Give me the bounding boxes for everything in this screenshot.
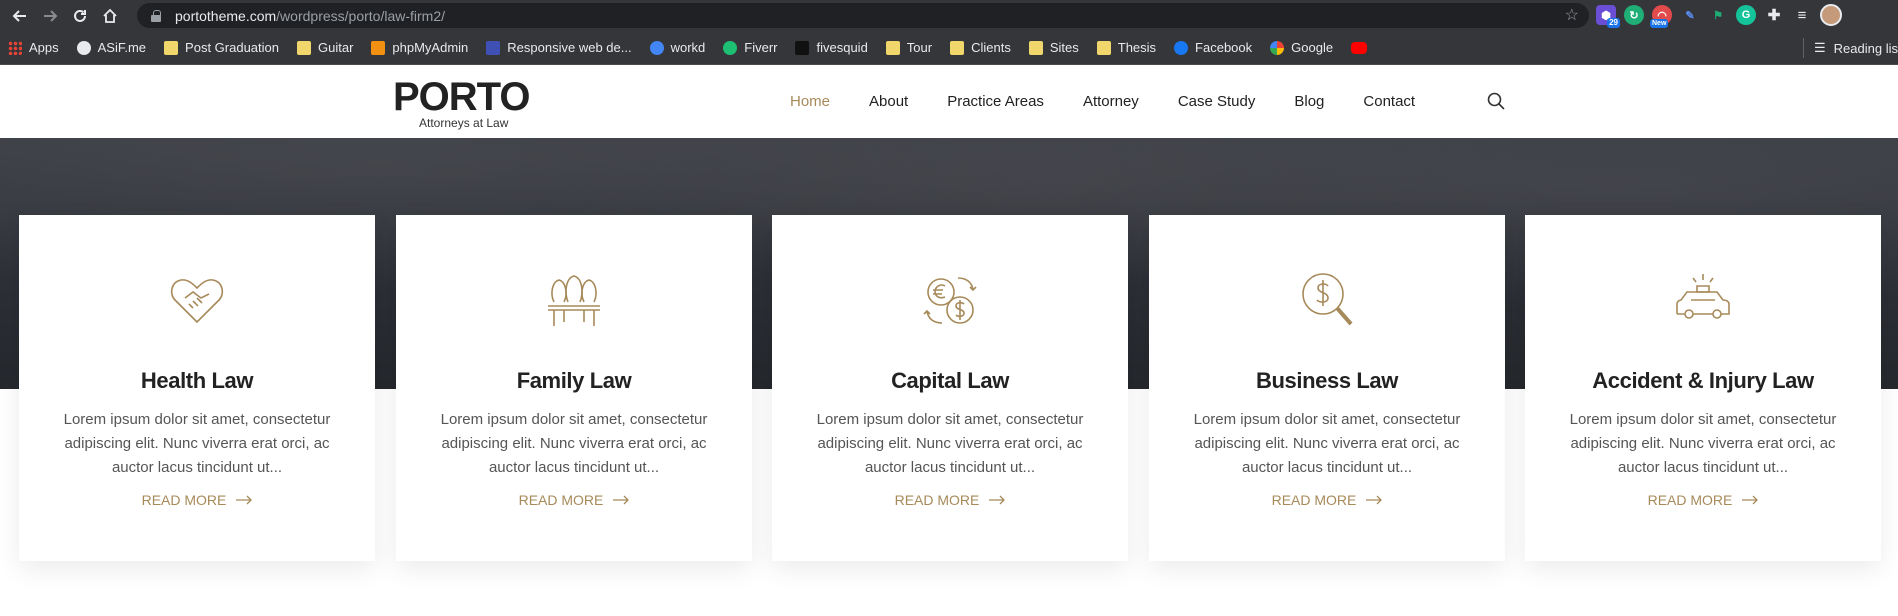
bookmark-thesis[interactable]: Thesis: [1096, 40, 1156, 55]
back-icon[interactable]: [10, 6, 30, 26]
address-bar[interactable]: portotheme.com/wordpress/porto/law-firm2…: [137, 3, 1589, 28]
nav-contact[interactable]: Contact: [1363, 93, 1415, 110]
youtube-icon: [1351, 41, 1368, 54]
bookmark-clients[interactable]: Clients: [950, 40, 1011, 55]
folder-icon: [1096, 40, 1111, 55]
reading-list[interactable]: ☰ Reading lis: [1803, 31, 1898, 65]
avatar[interactable]: [1820, 4, 1842, 26]
read-more-link[interactable]: READ MORE: [772, 492, 1128, 508]
logo[interactable]: PORTO Attorneys at Law: [393, 75, 531, 130]
bookmark-google[interactable]: Google: [1270, 40, 1333, 55]
folder-icon: [885, 40, 900, 55]
bookmark-phpmyadmin[interactable]: phpMyAdmin: [371, 40, 468, 55]
grammarly-icon[interactable]: G: [1736, 5, 1756, 25]
bookmarks-bar: Apps ASiF.me Post Graduation Guitar phpM…: [0, 31, 1898, 65]
lock-icon[interactable]: [151, 9, 161, 22]
arrow-right-icon: [1742, 495, 1759, 505]
bookmark-youtube[interactable]: [1351, 41, 1374, 54]
puzzle-badge-icon[interactable]: ⬢ 29: [1596, 5, 1620, 28]
logo-word: PORTO: [393, 75, 531, 119]
folder-icon: [297, 40, 311, 55]
playlist-icon[interactable]: ≡: [1792, 5, 1812, 25]
bookmark-sites[interactable]: Sites: [1028, 40, 1079, 55]
nav-practice-areas[interactable]: Practice Areas: [947, 93, 1044, 110]
practice-card-accident-injury-law: Accident & Injury Law Lorem ipsum dolor …: [1525, 215, 1881, 561]
fivesquid-icon: [795, 40, 810, 55]
nav-home[interactable]: Home: [790, 93, 830, 110]
read-more-link[interactable]: READ MORE: [19, 492, 375, 508]
facebook-icon: [1174, 40, 1189, 55]
flag-icon[interactable]: ⚑: [1708, 5, 1728, 25]
url-text[interactable]: portotheme.com/wordpress/porto/law-firm2…: [175, 8, 445, 24]
extensions-area: ⬢ 29 ↻ ◠ New ✎ ⚑ G ✚ ≡: [1596, 4, 1842, 28]
apps-grid-icon: [8, 40, 22, 55]
reading-list-icon: ☰: [1814, 40, 1826, 55]
currency-exchange-icon: [920, 270, 980, 330]
folder-icon: [950, 40, 965, 55]
extensions-puzzle-icon[interactable]: ✚: [1764, 5, 1784, 25]
car-accident-icon: [1673, 270, 1733, 330]
bookmark-asif[interactable]: ASiF.me: [76, 40, 146, 55]
folder-icon: [1028, 40, 1043, 55]
arrow-right-icon: [989, 495, 1006, 505]
home-icon[interactable]: [100, 6, 120, 26]
card-text: Lorem ipsum dolor sit amet, consectetur …: [1569, 411, 1837, 476]
nav-case-study[interactable]: Case Study: [1178, 93, 1256, 110]
main-nav: Home About Practice Areas Attorney Case …: [790, 65, 1454, 138]
workd-icon: [649, 40, 664, 55]
bookmark-workd[interactable]: workd: [649, 40, 705, 55]
card-title: Capital Law: [891, 368, 1009, 393]
bookmark-fivesquid[interactable]: fivesquid: [795, 40, 868, 55]
card-title: Health Law: [140, 368, 254, 393]
bookmark-facebook[interactable]: Facebook: [1174, 40, 1252, 55]
search-icon[interactable]: [1487, 92, 1505, 110]
google-icon: [1270, 40, 1285, 55]
bookmark-responsive-web[interactable]: Responsive web de...: [486, 40, 632, 55]
read-more-link[interactable]: READ MORE: [1525, 492, 1881, 508]
read-more-link[interactable]: READ MORE: [1149, 492, 1505, 508]
nav-about[interactable]: About: [869, 93, 908, 110]
forward-icon[interactable]: [40, 6, 60, 26]
practice-card-business-law: Business Law Lorem ipsum dolor sit amet,…: [1149, 215, 1505, 561]
nav-attorney[interactable]: Attorney: [1083, 93, 1139, 110]
arrow-right-icon: [236, 495, 253, 505]
read-more-link[interactable]: READ MORE: [396, 492, 752, 508]
logo-tagline: Attorneys at Law: [419, 116, 509, 130]
arrow-right-icon: [1366, 495, 1383, 505]
family-table-icon: [544, 270, 604, 330]
phpmyadmin-icon: [371, 40, 386, 55]
bookmark-star-icon[interactable]: ☆: [1565, 5, 1579, 25]
card-text: Lorem ipsum dolor sit amet, consectetur …: [816, 411, 1084, 476]
card-title: Accident & Injury Law: [1592, 368, 1814, 393]
browser-toolbar: portotheme.com/wordpress/porto/law-firm2…: [0, 0, 1898, 31]
dollar-search-icon: [1297, 270, 1357, 330]
card-title: Family Law: [516, 368, 632, 393]
bookmark-post-graduation[interactable]: Post Graduation: [164, 40, 279, 55]
green-circle-icon[interactable]: ↻: [1624, 5, 1644, 25]
card-text: Lorem ipsum dolor sit amet, consectetur …: [1193, 411, 1461, 476]
arrow-right-icon: [613, 495, 630, 505]
card-title: Business Law: [1256, 368, 1398, 393]
rainbow-new-icon[interactable]: ◠ New: [1650, 5, 1672, 28]
practice-card-family-law: Family Law Lorem ipsum dolor sit amet, c…: [396, 215, 752, 561]
practice-card-health-law: Health Law Lorem ipsum dolor sit amet, c…: [19, 215, 375, 561]
bookmark-apps[interactable]: Apps: [8, 40, 59, 55]
fiverr-icon: [723, 40, 738, 55]
globe-icon: [76, 40, 91, 55]
nav-blog[interactable]: Blog: [1294, 93, 1324, 110]
practice-card-capital-law: Capital Law Lorem ipsum dolor sit amet, …: [772, 215, 1128, 561]
bookmark-tour[interactable]: Tour: [885, 40, 932, 55]
card-text: Lorem ipsum dolor sit amet, consectetur …: [440, 411, 708, 476]
bookmark-guitar[interactable]: Guitar: [297, 40, 353, 55]
card-text: Lorem ipsum dolor sit amet, consectetur …: [63, 411, 331, 476]
bookmark-fiverr[interactable]: Fiverr: [723, 40, 777, 55]
reload-icon[interactable]: [70, 6, 90, 26]
folder-icon: [164, 40, 179, 55]
w-icon: [486, 40, 501, 55]
handshake-heart-icon: [167, 270, 227, 330]
site-header: PORTO Attorneys at Law Home About Practi…: [0, 65, 1898, 138]
pen-icon[interactable]: ✎: [1680, 5, 1700, 25]
